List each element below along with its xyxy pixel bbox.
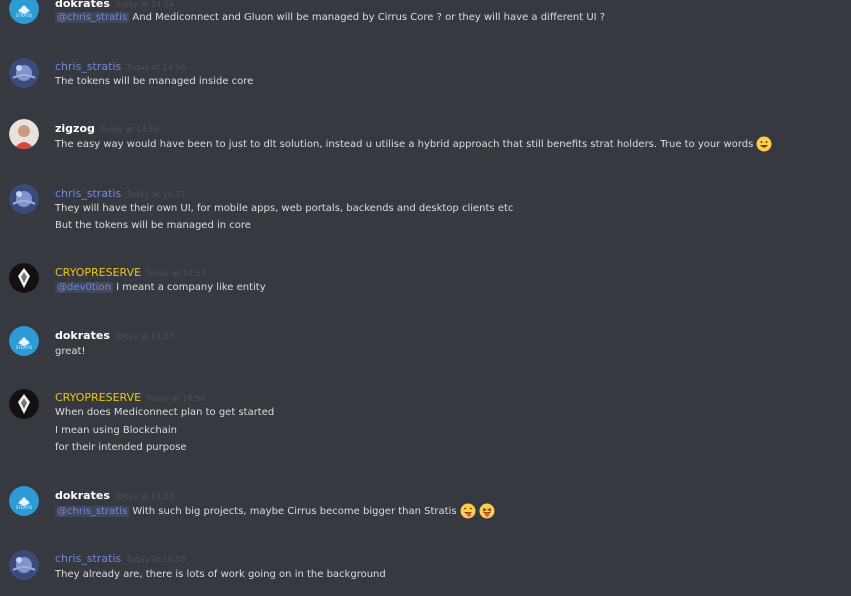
cryopreserve-avatar[interactable]: [9, 389, 39, 419]
chat-message-list: STRATIS dokrates Today at 14:56 @chris_st…: [0, 0, 851, 596]
message-header: zigzog Today at 14:56: [55, 119, 159, 135]
timestamp: Today at 14:57: [146, 269, 206, 278]
message-line: They already are, there is lots of work …: [55, 569, 386, 580]
message-header: CRYOPRESERVE Today at 14:57: [55, 263, 205, 279]
message-item: STRATIS dokrates Today at 14:56 @chris_st…: [0, 0, 851, 34]
message-item: chris_stratis Today at 14:56 The tokens w…: [0, 57, 851, 97]
username[interactable]: CRYOPRESERVE: [55, 391, 141, 404]
message-header: chris_stratis Today at 14:56: [55, 57, 186, 73]
message-item: CRYOPRESERVE Today at 14:58 When does Med…: [0, 388, 851, 458]
message-line: great!: [55, 346, 86, 357]
username[interactable]: dokrates: [55, 0, 110, 10]
username[interactable]: chris_stratis: [55, 552, 121, 565]
timestamp: Today at 14:56: [114, 0, 175, 9]
message-line: They will have their own UI, for mobile …: [55, 203, 514, 214]
message-line: The easy way would have been to just to …: [55, 139, 754, 150]
message-header: dokrates Today at 14:58: [55, 486, 174, 502]
svg-text:STRATIS: STRATIS: [16, 345, 33, 350]
message-text: @dev0tion I meant a company like entity: [55, 280, 266, 296]
username[interactable]: dokrates: [55, 489, 110, 502]
space-avatar[interactable]: [9, 58, 39, 88]
cryopreserve-avatar[interactable]: [9, 263, 39, 293]
svg-text:STRATIS: STRATIS: [16, 505, 33, 510]
space-avatar[interactable]: [9, 550, 39, 580]
user-mention[interactable]: @dev0tion: [55, 282, 113, 293]
message-line: I mean using Blockchain: [55, 425, 177, 436]
message-line: I meant a company like entity: [116, 282, 266, 293]
message-header: chris_stratis Today at 14:57: [55, 184, 186, 200]
username[interactable]: dokrates: [55, 329, 110, 342]
message-item: chris_stratis Today at 14:57 They will ha…: [0, 184, 851, 240]
timestamp: Today at 14:58: [126, 555, 186, 564]
timestamp: Today at 14:56: [99, 125, 160, 134]
stratis-logo-avatar[interactable]: STRATIS: [9, 326, 39, 356]
message-item: zigzog Today at 14:56 The easy way would …: [0, 119, 851, 159]
svg-text:STRATIS: STRATIS: [16, 13, 33, 18]
message-item: chris_stratis Today at 14:58 They already…: [0, 549, 851, 589]
message-header: chris_stratis Today at 14:58: [55, 549, 186, 565]
timestamp: Today at 14:58: [114, 492, 175, 501]
message-line: With such big projects, maybe Cirrus bec…: [132, 506, 457, 517]
message-item: STRATIS dokrates Today at 14:58 @chris_st…: [0, 486, 851, 526]
message-text: @chris_stratis With such big projects, m…: [55, 503, 495, 519]
message-header: dokrates Today at 14:56: [55, 0, 174, 10]
message-line: The tokens will be managed inside core: [55, 76, 254, 87]
message-text: @chris_stratis And Mediconnect and Gluon…: [55, 10, 605, 26]
stratis-logo-avatar[interactable]: STRATIS: [9, 0, 39, 24]
tongue-emoji: [479, 503, 495, 519]
username[interactable]: chris_stratis: [55, 60, 121, 73]
message-line: When does Mediconnect plan to get starte…: [55, 407, 275, 418]
tongue-emoji: [460, 503, 476, 519]
message-item: STRATIS dokrates Today at 14:57 great!: [0, 326, 851, 366]
timestamp: Today at 14:57: [126, 190, 186, 199]
timestamp: Today at 14:56: [126, 63, 186, 72]
username[interactable]: zigzog: [55, 122, 95, 135]
username[interactable]: chris_stratis: [55, 187, 121, 200]
timestamp: Today at 14:57: [114, 332, 175, 341]
space-avatar[interactable]: [9, 184, 39, 214]
username[interactable]: CRYOPRESERVE: [55, 266, 141, 279]
user-mention[interactable]: @chris_stratis: [55, 12, 130, 23]
user-mention[interactable]: @chris_stratis: [55, 506, 130, 517]
message-line: But the tokens will be managed in core: [55, 220, 251, 231]
stratis-logo-avatar[interactable]: STRATIS: [9, 486, 39, 516]
grinning-emoji: [756, 136, 772, 152]
message-item: CRYOPRESERVE Today at 14:57 @dev0tion I m…: [0, 263, 851, 303]
person-avatar[interactable]: [9, 119, 39, 149]
message-line: for their intended purpose: [55, 442, 187, 453]
message-header: CRYOPRESERVE Today at 14:58: [55, 388, 205, 404]
message-header: dokrates Today at 14:57: [55, 326, 174, 342]
message-text: The easy way would have been to just to …: [55, 136, 772, 152]
timestamp: Today at 14:58: [146, 394, 206, 403]
message-line: And Mediconnect and Gluon will be manage…: [132, 12, 606, 23]
